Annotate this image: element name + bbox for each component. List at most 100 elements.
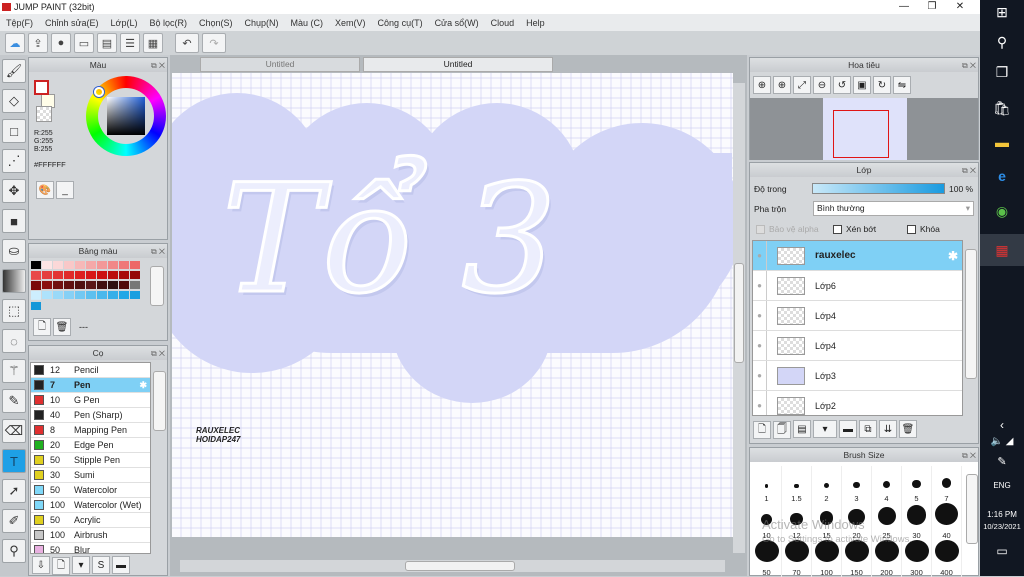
folder-icon[interactable]: ▬: [112, 556, 130, 574]
visibility-icon[interactable]: ●: [753, 361, 767, 390]
file-explorer-icon[interactable]: ▬: [980, 134, 1024, 150]
panel-close-icon[interactable]: ⧉ ✕: [962, 59, 976, 73]
brush-size-option[interactable]: 3: [842, 466, 872, 503]
palette-swatch[interactable]: [119, 291, 129, 299]
palette-swatch[interactable]: [64, 291, 74, 299]
brush-item[interactable]: 50 Blur: [31, 543, 150, 553]
panel-close-icon[interactable]: ⧉ ✕: [151, 59, 165, 73]
brush-size-option[interactable]: 200: [872, 540, 902, 577]
edge-icon[interactable]: e: [980, 168, 1024, 184]
menu-view[interactable]: Xem(V): [329, 18, 372, 28]
move-tool-icon[interactable]: ✥: [2, 179, 26, 203]
zoom-out-icon[interactable]: ⊖: [813, 76, 831, 94]
restore-button[interactable]: ❐: [918, 0, 946, 14]
palette-swatch[interactable]: [31, 271, 41, 279]
eraser-tool-icon[interactable]: ◇: [2, 89, 26, 113]
palette-swatch[interactable]: [97, 281, 107, 289]
brush-scrollbar[interactable]: [153, 371, 166, 431]
palette-swatch[interactable]: [75, 291, 85, 299]
settings-gear-icon[interactable]: ✱: [139, 380, 147, 391]
palette-swatch[interactable]: [75, 261, 85, 269]
cloud-download-icon[interactable]: ⇩: [32, 556, 50, 574]
layer-item[interactable]: ● Lớp6: [753, 271, 962, 301]
palette-swatch[interactable]: [53, 291, 63, 299]
layer-item[interactable]: ● Lớp4: [753, 331, 962, 361]
palette-swatch[interactable]: [31, 291, 41, 299]
brush-item[interactable]: 7 Pen ✱: [31, 378, 150, 393]
palette-swatch[interactable]: [31, 261, 41, 269]
copy-brush-icon[interactable]: ▾: [72, 556, 90, 574]
new-folder-icon[interactable]: ▬: [839, 420, 857, 438]
minimize-button[interactable]: —: [890, 0, 918, 14]
share-icon[interactable]: ⇪: [28, 33, 48, 53]
brush-size-option[interactable]: 150: [842, 540, 872, 577]
palette-swatch[interactable]: [108, 261, 118, 269]
task-view-icon[interactable]: ❐: [980, 64, 1024, 81]
layer-scrollbar[interactable]: [965, 249, 977, 379]
pen-icon[interactable]: ✎: [980, 455, 1024, 468]
brush-size-option[interactable]: 400: [932, 540, 962, 577]
brush-item[interactable]: 50 Stipple Pen: [31, 453, 150, 468]
brush-size-option[interactable]: 50: [752, 540, 782, 577]
palette-swatch[interactable]: [130, 281, 140, 289]
clock-date[interactable]: 10/23/2021: [980, 522, 1024, 531]
panel-close-icon[interactable]: ⧉ ✕: [151, 245, 165, 259]
settings-gear-icon[interactable]: ✱: [948, 249, 958, 263]
text-tool-icon[interactable]: T: [2, 449, 26, 473]
show-hidden-icons[interactable]: ‹: [980, 418, 1024, 432]
palette-swatch[interactable]: [119, 261, 129, 269]
palette-swatch[interactable]: [31, 302, 41, 310]
vertical-scrollbar[interactable]: [733, 83, 745, 553]
panel-close-icon[interactable]: ⧉ ✕: [151, 347, 165, 361]
clock-time[interactable]: 1:16 PM: [980, 510, 1024, 519]
script-icon[interactable]: S: [92, 556, 110, 574]
menu-select[interactable]: Chọn(S): [193, 18, 239, 28]
panel-close-icon[interactable]: ⧉ ✕: [962, 164, 976, 178]
extra-button[interactable]: _: [56, 181, 74, 199]
brush-item[interactable]: 40 Pen (Sharp): [31, 408, 150, 423]
visibility-icon[interactable]: ●: [753, 391, 767, 415]
palette-swatch[interactable]: [86, 271, 96, 279]
clipping-checkbox[interactable]: [833, 224, 842, 234]
select-tool-icon[interactable]: ⬚: [2, 299, 26, 323]
hue-handle[interactable]: [94, 87, 104, 97]
brush-item[interactable]: 50 Watercolor: [31, 483, 150, 498]
brush-size-option[interactable]: 70: [782, 540, 812, 577]
merge-layer-icon[interactable]: ⇊: [879, 420, 897, 438]
delete-layer-icon[interactable]: 🗑: [899, 420, 917, 438]
palette-swatch[interactable]: [130, 261, 140, 269]
brush-size-scrollbar[interactable]: [966, 474, 978, 544]
opacity-slider[interactable]: [812, 183, 945, 194]
palette-swatch[interactable]: [130, 291, 140, 299]
tab-untitled-1[interactable]: Untitled: [200, 57, 360, 72]
volume-network-icon[interactable]: 🔈 ◢: [980, 436, 1024, 447]
palette-swatch[interactable]: [119, 271, 129, 279]
list-icon[interactable]: ☰: [120, 33, 140, 53]
drawing-canvas[interactable]: Tổ 3 RAUXELEC HOIDAP247: [172, 73, 733, 537]
palette-swatch[interactable]: [97, 261, 107, 269]
zoom-fit-icon[interactable]: ⊕: [753, 76, 771, 94]
new-layer-icon[interactable]: 🗋: [753, 421, 771, 439]
palette-swatch[interactable]: [31, 281, 41, 289]
palette-swatch[interactable]: [42, 291, 52, 299]
navigator-viewport[interactable]: [833, 110, 889, 158]
coccoc-icon[interactable]: ◉: [980, 203, 1024, 220]
palette-swatch[interactable]: [53, 281, 63, 289]
palette-swatch[interactable]: [108, 281, 118, 289]
gradient-tool-icon[interactable]: [2, 269, 26, 293]
brush-size-option[interactable]: 2: [812, 466, 842, 503]
protect-alpha-checkbox[interactable]: [756, 224, 765, 234]
horizontal-scrollbar[interactable]: [180, 560, 725, 572]
palette-swatch[interactable]: [119, 281, 129, 289]
trash-icon[interactable]: 🗑: [53, 318, 71, 336]
menu-tools[interactable]: Công cụ(T): [372, 18, 429, 28]
brush-size-option[interactable]: 100: [812, 540, 842, 577]
palette-swatch[interactable]: [108, 291, 118, 299]
brush-item[interactable]: 100 Watercolor (Wet): [31, 498, 150, 513]
menu-layer[interactable]: Lớp(L): [105, 18, 144, 28]
menu-window[interactable]: Cửa sổ(W): [429, 18, 485, 28]
menu-filter[interactable]: Bộ lọc(R): [143, 18, 193, 28]
cloud-icon[interactable]: ☁: [5, 33, 25, 53]
brush-item[interactable]: 20 Edge Pen: [31, 438, 150, 453]
brush-size-option[interactable]: 40: [932, 503, 962, 540]
